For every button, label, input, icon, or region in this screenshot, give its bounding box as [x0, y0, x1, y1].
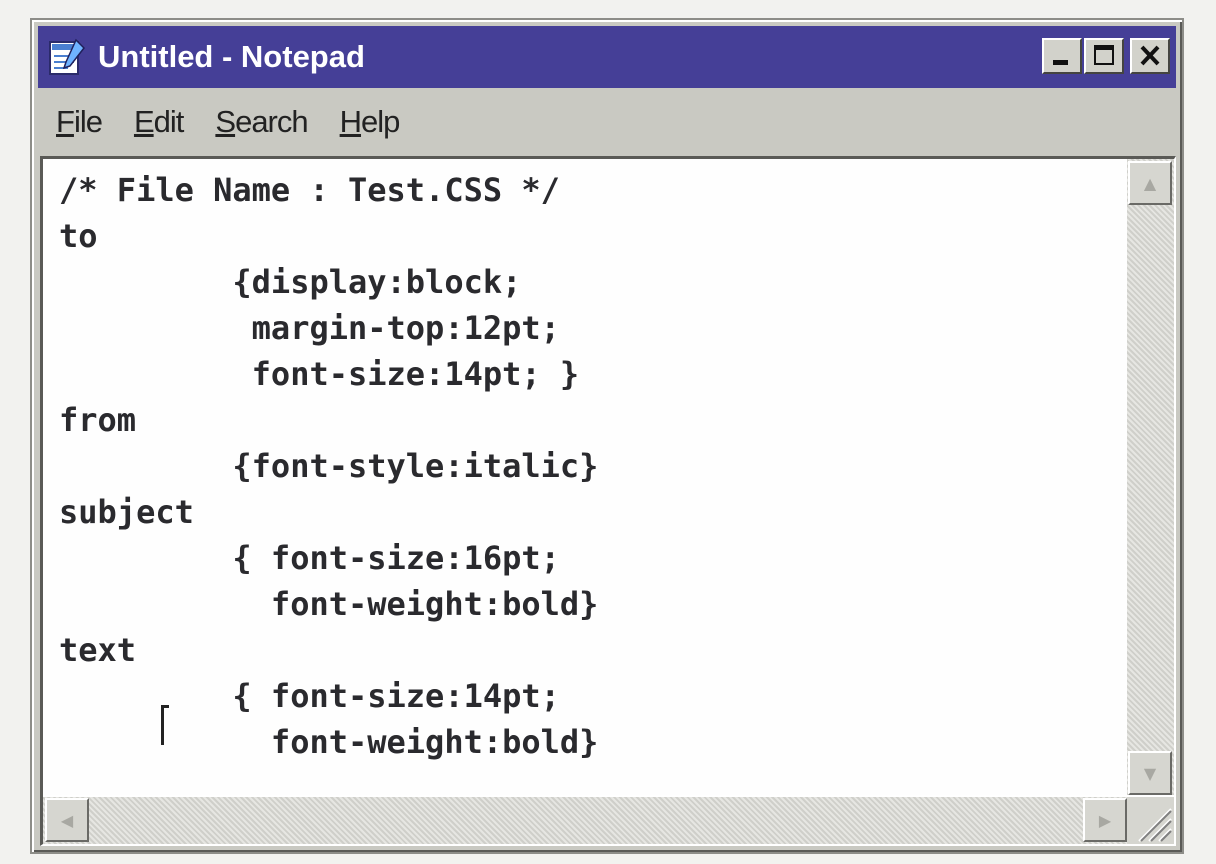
text-cursor-icon [161, 705, 169, 745]
window-title: Untitled - Notepad [98, 39, 365, 74]
resize-grip-icon [1138, 808, 1172, 842]
vertical-scrollbar[interactable]: ▲ ▼ [1127, 159, 1174, 795]
scroll-up-button[interactable]: ▲ [1128, 161, 1172, 205]
title-bar[interactable]: Untitled - Notepad [38, 26, 1176, 88]
editor-text[interactable]: /* File Name : Test.CSS */ to {display:b… [43, 159, 1127, 765]
menu-search[interactable]: Search [215, 104, 308, 140]
scroll-down-button[interactable]: ▼ [1128, 751, 1172, 795]
scroll-left-button[interactable]: ◀ [45, 798, 89, 842]
maximize-button[interactable] [1084, 38, 1124, 74]
horizontal-scrollbar[interactable]: ◀ ▶ [43, 797, 1127, 844]
menu-help[interactable]: Help [340, 104, 401, 140]
menu-edit[interactable]: Edit [134, 104, 184, 140]
arrow-up-icon: ▲ [1143, 173, 1157, 193]
editor-frame: /* File Name : Test.CSS */ to {display:b… [40, 156, 1176, 846]
menu-file[interactable]: File [56, 104, 103, 140]
text-editor[interactable]: /* File Name : Test.CSS */ to {display:b… [43, 159, 1127, 795]
resize-grip[interactable] [1127, 797, 1174, 844]
maximize-icon [1094, 45, 1114, 65]
arrow-left-icon: ◀ [60, 810, 74, 830]
scroll-right-button[interactable]: ▶ [1083, 798, 1127, 842]
close-icon [1140, 45, 1160, 66]
title-buttons [1042, 38, 1170, 74]
notepad-window: Untitled - Notepad File Edit Search Help… [30, 18, 1184, 854]
arrow-right-icon: ▶ [1098, 810, 1112, 830]
minimize-icon [1053, 60, 1068, 65]
minimize-button[interactable] [1042, 38, 1082, 74]
close-button[interactable] [1130, 38, 1170, 74]
notepad-app-icon[interactable] [46, 36, 88, 78]
arrow-down-icon: ▼ [1143, 763, 1157, 783]
menu-bar: File Edit Search Help [40, 96, 1176, 148]
